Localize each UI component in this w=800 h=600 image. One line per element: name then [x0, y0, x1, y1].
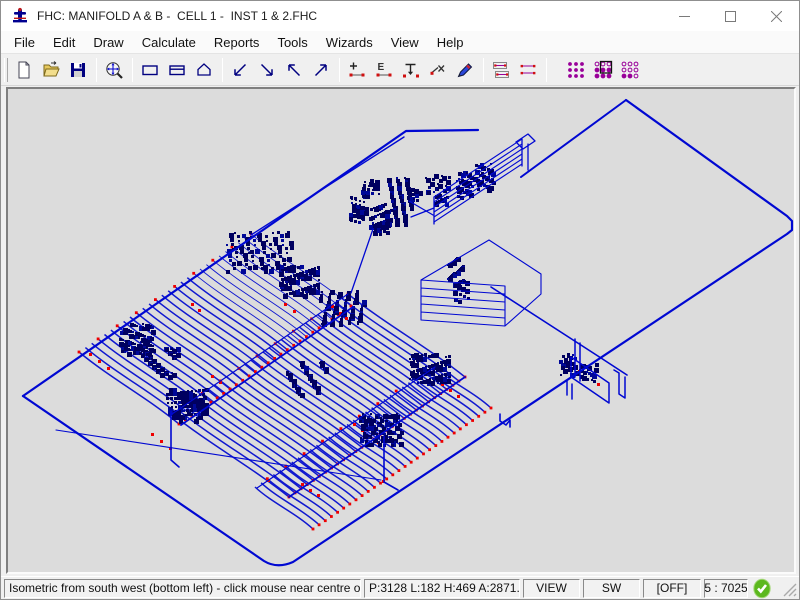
menu-view[interactable]: View: [382, 32, 428, 53]
toolbar-grip: [4, 58, 8, 82]
maximize-button[interactable]: [707, 1, 753, 31]
toolbar-separator: [222, 58, 223, 82]
arrow-sw-button[interactable]: [228, 57, 253, 82]
svg-text:E: E: [378, 62, 385, 73]
status-mode[interactable]: VIEW: [523, 579, 580, 598]
drawing-canvas[interactable]: [6, 87, 796, 574]
status-grid-state-text: [OFF]: [657, 581, 688, 595]
minimize-button[interactable]: [661, 1, 707, 31]
arrow-sw-icon: [230, 60, 250, 80]
calc-ok-icon: [752, 578, 772, 599]
menu-file[interactable]: File: [5, 32, 44, 53]
save-file-icon: [68, 60, 88, 80]
rect-banded-tool-icon: [167, 60, 187, 80]
arrow-se-icon: [257, 60, 277, 80]
title-bar: FHC: MANIFOLD A & B - CELL 1 - INST 1 & …: [1, 1, 799, 31]
save-file-button[interactable]: [66, 57, 91, 82]
zoom-extents-icon: [104, 60, 124, 80]
toolbar-separator: [483, 58, 484, 82]
new-file-icon: [14, 60, 34, 80]
toolbar-group: E: [344, 57, 479, 82]
menu-reports[interactable]: Reports: [205, 32, 269, 53]
status-message: Isometric from south west (bottom left) …: [4, 579, 361, 598]
open-file-icon: [41, 60, 61, 80]
drop-node-icon: [401, 60, 421, 80]
status-mode-text: VIEW: [536, 581, 567, 595]
status-view-direction[interactable]: SW: [583, 579, 640, 598]
grid-empty-icon: [620, 60, 640, 80]
menu-wizards[interactable]: Wizards: [317, 32, 382, 53]
menu-edit[interactable]: Edit: [44, 32, 84, 53]
status-zoom-counter: 5 : 7025: [704, 579, 748, 598]
grid-full-icon: [566, 60, 586, 80]
app-window: FHC: MANIFOLD A & B - CELL 1 - INST 1 & …: [0, 0, 800, 600]
pen-tool-button[interactable]: [453, 57, 478, 82]
add-node-button[interactable]: [345, 57, 370, 82]
rect-tool-icon: [140, 60, 160, 80]
grid-full-button[interactable]: [564, 57, 589, 82]
grid-partial-icon: [593, 60, 613, 80]
status-pipe-info-text: P:3128 L:182 H:469 A:2871.7m2: [369, 581, 520, 595]
cut-pipe-icon: [428, 60, 448, 80]
grid-empty-button[interactable]: [618, 57, 643, 82]
copy-range-icon: [491, 60, 511, 80]
grid-partial-button[interactable]: [591, 57, 616, 82]
status-zoom-counter-text: 5 : 7025: [704, 581, 747, 595]
rect-banded-tool-button[interactable]: [165, 57, 190, 82]
window-controls: [661, 1, 799, 31]
toolbar-group: [137, 57, 218, 82]
menu-calculate[interactable]: Calculate: [133, 32, 205, 53]
polygon-tool-icon: [194, 60, 214, 80]
arrow-ne-button[interactable]: [309, 57, 334, 82]
resize-grip[interactable]: [783, 583, 797, 597]
menu-tools[interactable]: Tools: [268, 32, 316, 53]
toolbar-group: [488, 57, 542, 82]
open-file-button[interactable]: [39, 57, 64, 82]
toolbar-separator: [132, 58, 133, 82]
toolbar-group: [227, 57, 335, 82]
edit-range-button[interactable]: [516, 57, 541, 82]
cut-pipe-button[interactable]: [426, 57, 451, 82]
isometric-drawing: [8, 89, 794, 572]
copy-range-button[interactable]: [489, 57, 514, 82]
status-grid-state[interactable]: [OFF]: [643, 579, 701, 598]
new-file-button[interactable]: [12, 57, 37, 82]
toolbar: E: [1, 54, 799, 86]
arrow-se-button[interactable]: [255, 57, 280, 82]
menu-help[interactable]: Help: [428, 32, 473, 53]
arrow-ne-icon: [311, 60, 331, 80]
toolbar-group: [101, 57, 128, 82]
window-title: FHC: MANIFOLD A & B - CELL 1 - INST 1 & …: [37, 9, 661, 23]
status-message-text: Isometric from south west (bottom left) …: [9, 581, 361, 595]
toolbar-separator: [96, 58, 97, 82]
pen-tool-icon: [455, 60, 475, 80]
zoom-extents-button[interactable]: [102, 57, 127, 82]
add-node-icon: [347, 60, 367, 80]
menu-bar: FileEditDrawCalculateReportsToolsWizards…: [1, 31, 799, 54]
toolbar-group: [563, 57, 644, 82]
arrow-nw-button[interactable]: [282, 57, 307, 82]
status-pipe-info: P:3128 L:182 H:469 A:2871.7m2: [364, 579, 520, 598]
drop-node-button[interactable]: [399, 57, 424, 82]
status-view-direction-text: SW: [602, 581, 621, 595]
close-button[interactable]: [753, 1, 799, 31]
edit-range-icon: [518, 60, 538, 80]
elevation-node-button[interactable]: E: [372, 57, 397, 82]
menu-draw[interactable]: Draw: [84, 32, 132, 53]
status-bar: Isometric from south west (bottom left) …: [1, 576, 799, 600]
rect-tool-button[interactable]: [138, 57, 163, 82]
arrow-nw-icon: [284, 60, 304, 80]
toolbar-separator: [339, 58, 340, 82]
toolbar-group: [11, 57, 92, 82]
app-icon: [11, 7, 29, 25]
polygon-tool-button[interactable]: [192, 57, 217, 82]
toolbar-separator: [546, 58, 547, 82]
elevation-node-icon: E: [374, 60, 394, 80]
